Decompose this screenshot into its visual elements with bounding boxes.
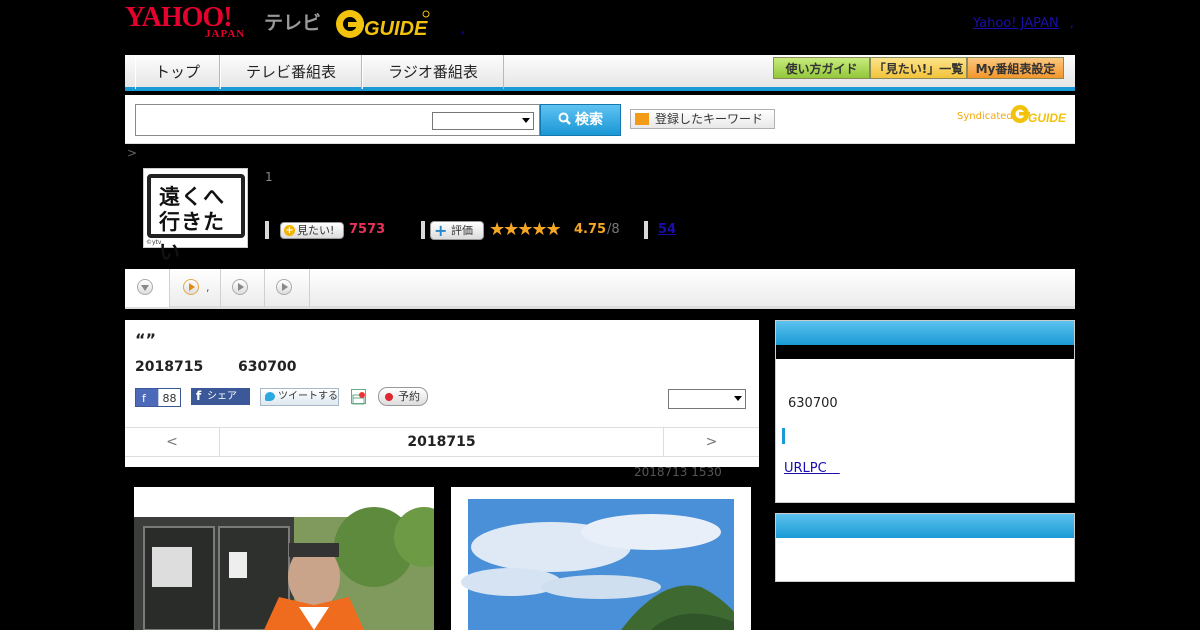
program-detail-panel: “” 2018715 630700 f 88 f シェア ツイートする 予約 <… [125,320,759,467]
search-button[interactable]: 検索 [540,104,621,136]
chevron-down-icon [522,118,530,123]
usage-guide-button[interactable]: 使い方ガイド [773,57,870,79]
twitter-bird-icon [265,392,275,401]
tweet-label: ツイートする [278,391,338,402]
svg-text:GUIDE: GUIDE [364,18,428,40]
my-schedule-settings-button[interactable]: My番組表設定 [967,57,1064,79]
svg-text:GUIDE: GUIDE [1028,111,1067,125]
rate-button[interactable]: + 評価 [430,221,484,240]
plus-icon: + [434,221,448,240]
sidebar-subheader [776,345,1074,359]
nav-tab-tv-schedule[interactable]: テレビ番組表 [220,55,362,89]
gguide-logo[interactable]: GUIDE [334,8,430,40]
saved-keywords-label: 登録したキーワード [655,112,764,126]
reserve-label: 予約 [398,390,420,403]
main-nav: トップ テレビ番組表 ラジオ番組表 使い方ガイド 「見たい!」一覧 My番組表設… [125,55,1075,91]
updated-timestamp: 2018713 1530 [634,465,722,479]
tv-logo-text[interactable]: テレビ [264,8,321,35]
tab-4[interactable] [265,269,310,307]
broadcast-time: 630700 [238,359,297,375]
sidebar-url-link[interactable]: URLPC [784,457,840,476]
tab-2-label: , [206,281,210,294]
broadcast-date: 2018715 [135,359,204,375]
mitai-label: 見たい! [297,224,335,237]
search-category-select[interactable] [432,112,534,130]
gguide-small-logo: GUIDE [1011,105,1067,125]
program-photo-host [134,487,434,630]
sidebar-broadcast-box: 630700 URLPC [775,320,1075,503]
tweet-button[interactable]: ツイートする [260,388,339,406]
divider [421,221,425,239]
mitai-list-button[interactable]: 「見たい!」一覧 [870,57,967,79]
yahoo-japan-logo-text: JAPAN [205,28,246,40]
keyword-icon [635,113,649,125]
play-icon [276,279,292,295]
header-separator: , [1070,16,1074,30]
header-separator: , [461,22,465,36]
site-header: YAHOO! JAPAN テレビ GUIDE , Yahoo! JAPAN , [0,0,1200,55]
program-photo-scenery [451,487,751,630]
facebook-like-count: 88 [158,389,180,406]
mitai-button[interactable]: + 見たい! [280,222,344,239]
region-select[interactable] [668,389,746,409]
sidebar-header [776,514,1074,538]
divider [265,221,269,239]
sidebar-accent-bar [782,428,785,444]
reserve-button[interactable]: 予約 [378,387,428,406]
nav-tab-radio-schedule[interactable]: ラジオ番組表 [362,55,504,89]
breadcrumb: > [127,146,138,160]
add-calendar-icon[interactable] [351,389,366,405]
syndicated-label: Syndicated [957,111,1013,122]
facebook-share-label: シェア [207,391,237,402]
divider [644,221,648,239]
program-thumbnail: 遠くへ 行きたい ©ytv [143,168,248,264]
program-title: “” [135,330,157,349]
thumb-title-line2: 行きたい [159,210,225,264]
rating-value: 4.75 [574,222,607,237]
tab-3[interactable] [221,269,265,307]
episode-number: 1 [265,170,273,184]
pager-prev-button[interactable]: < [125,428,220,457]
pager-next-button[interactable]: > [663,428,759,457]
plus-icon: + [284,225,295,236]
yahoo-japan-link[interactable]: Yahoo! JAPAN [973,16,1059,31]
sidebar-broadcast-time: 630700 [788,396,838,411]
facebook-icon: f [142,392,146,405]
search-icon [558,112,571,125]
play-icon [232,279,248,295]
chevron-down-icon [137,279,153,295]
tab-expanded[interactable] [125,269,170,307]
pager-current-date: 2018715 [407,434,476,450]
facebook-icon: f [196,389,202,403]
tab-2[interactable]: , [170,269,221,307]
rating-stars: ★★★★★ [489,219,562,240]
sidebar-box-2 [775,513,1075,582]
program-tabs: , [125,269,1075,309]
record-icon [385,393,393,401]
date-pager: < 2018715 > [125,427,759,457]
facebook-like-button[interactable]: f 88 [135,388,181,407]
facebook-share-button[interactable]: f シェア [191,388,250,405]
sidebar-header [776,321,1074,345]
mitai-count: 7573 [349,222,386,237]
nav-tab-top[interactable]: トップ [135,55,220,89]
rate-label: 評価 [451,224,473,237]
search-bar: 検索 登録したキーワード Syndicated GUIDE [125,95,1075,144]
search-button-label: 検索 [575,112,603,128]
chevron-down-icon [734,396,742,401]
play-icon [183,279,199,295]
saved-keywords-button[interactable]: 登録したキーワード [630,109,775,129]
review-count-link[interactable]: 54 [658,222,676,237]
thumb-copyright: ©ytv [146,239,162,246]
rating-count: /8 [607,222,620,237]
